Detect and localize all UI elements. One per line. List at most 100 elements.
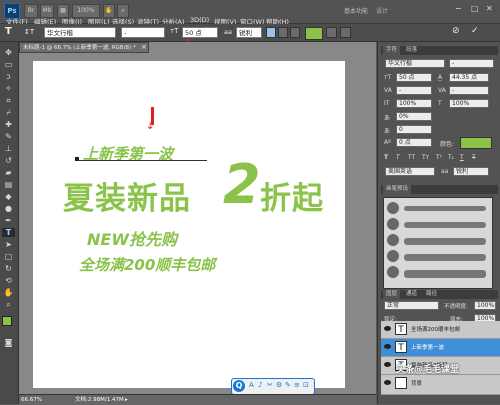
healing-tool-icon[interactable]: ✚: [2, 120, 15, 129]
float-screen-icon[interactable]: ⊡: [303, 381, 309, 389]
small-caps-button[interactable]: Tт: [422, 154, 429, 161]
path-select-tool-icon[interactable]: ➤: [2, 240, 15, 249]
char-language[interactable]: 美国英语: [385, 167, 435, 176]
brush-tip-icon[interactable]: [387, 234, 399, 246]
layer-row-selected[interactable]: T 上新季第一波: [381, 339, 500, 357]
all-caps-button[interactable]: TT: [408, 154, 415, 161]
align-center-button[interactable]: [278, 27, 288, 38]
floating-toolbar-logo[interactable]: Q: [233, 380, 245, 392]
char-color-swatch[interactable]: [460, 137, 492, 149]
underline-button[interactable]: T: [460, 154, 464, 161]
close-tab-icon[interactable]: ×: [141, 43, 147, 51]
lasso-tool-icon[interactable]: ↄ: [2, 72, 15, 81]
char-tracking-mode[interactable]: -: [396, 86, 432, 95]
antialias-select[interactable]: 锐利: [236, 27, 262, 38]
document-tab[interactable]: 未标题-1 @ 66.7% (上新季第一波, RGB/8) *: [19, 42, 149, 53]
canvas-text-line3[interactable]: NEW抢先购: [87, 226, 177, 250]
pen-tool-icon[interactable]: ✒: [2, 216, 15, 225]
blend-mode-select[interactable]: 正常: [384, 301, 439, 310]
marquee-tool-icon[interactable]: ▭: [2, 60, 15, 69]
tab-paragraph[interactable]: 段落: [403, 46, 420, 55]
workspace-basic[interactable]: 基本功能: [344, 6, 368, 15]
opacity-field[interactable]: 100%: [474, 301, 496, 310]
align-right-button[interactable]: [290, 27, 300, 38]
cancel-edit-icon[interactable]: ⊘: [452, 26, 460, 36]
float-cut-icon[interactable]: ✂: [267, 381, 273, 389]
quick-mask-icon[interactable]: ◙: [2, 338, 15, 347]
workspace-design[interactable]: 设计: [376, 6, 388, 15]
brush-tip-icon[interactable]: [387, 250, 399, 262]
brush-preset-list[interactable]: [383, 197, 493, 289]
float-menu-icon[interactable]: ≡: [294, 381, 300, 389]
char-panel-toggle[interactable]: [340, 27, 351, 38]
font-size-field[interactable]: 50 点: [182, 27, 218, 38]
maximize-button[interactable]: □: [471, 4, 479, 13]
3d-rotate-tool-icon[interactable]: ↻: [2, 264, 15, 273]
type-tool-preset[interactable]: T: [5, 26, 12, 37]
float-settings-icon[interactable]: ⚙: [276, 381, 282, 389]
tab-paths[interactable]: 路径: [423, 290, 440, 299]
brush-tip-icon[interactable]: [387, 218, 399, 230]
char-kerning[interactable]: 0: [396, 125, 432, 134]
canvas-text-line2c[interactable]: 折起: [260, 173, 324, 218]
visibility-eye-icon[interactable]: [384, 380, 391, 385]
blur-tool-icon[interactable]: ◆: [2, 192, 15, 201]
dodge-tool-icon[interactable]: ●: [2, 204, 15, 213]
faux-italic-button[interactable]: T: [396, 154, 400, 161]
canvas[interactable]: ↓ 上新季第一波 夏装新品 2 折起 NEW抢先购 全场满200顺丰包邮: [33, 61, 345, 388]
char-font-family[interactable]: 华文行楷: [385, 59, 445, 68]
layer-row-background[interactable]: 背景: [381, 375, 500, 395]
commit-edit-icon[interactable]: ✓: [471, 26, 479, 36]
hand-tool-icon[interactable]: ✋: [2, 288, 15, 297]
brush-tip-icon[interactable]: [387, 266, 399, 278]
canvas-text-line4[interactable]: 全场满200顺丰包邮: [79, 254, 215, 275]
layer-name[interactable]: 背景: [411, 379, 422, 387]
eyedropper-tool-icon[interactable]: ⌿: [2, 108, 15, 117]
text-color-swatch[interactable]: [305, 27, 323, 40]
history-brush-tool-icon[interactable]: ↺: [2, 156, 15, 165]
font-family-select[interactable]: 华文行楷: [44, 27, 116, 38]
layer-name[interactable]: 上新季第一波: [411, 343, 444, 351]
superscript-button[interactable]: T¹: [436, 154, 442, 161]
visibility-eye-icon[interactable]: [384, 344, 391, 349]
align-left-button[interactable]: [266, 27, 276, 38]
faux-bold-button[interactable]: T: [384, 154, 388, 161]
move-tool-icon[interactable]: ✥: [2, 48, 15, 57]
3d-orbit-tool-icon[interactable]: ⟲: [2, 276, 15, 285]
layer-row[interactable]: T 全场满200顺丰包邮: [381, 321, 500, 339]
gradient-tool-icon[interactable]: ▤: [2, 180, 15, 189]
char-font-style[interactable]: -: [449, 59, 494, 68]
float-audio-icon[interactable]: ♪: [258, 381, 262, 389]
brush-tool-icon[interactable]: ✎: [2, 132, 15, 141]
tab-character[interactable]: 字符: [383, 46, 401, 55]
zoom-tool-icon[interactable]: ⌕: [2, 300, 15, 309]
text-anchor-handle[interactable]: [75, 157, 79, 161]
minimize-button[interactable]: −: [455, 4, 462, 13]
foreground-color-swatch[interactable]: [2, 316, 12, 326]
char-vscale[interactable]: 100%: [396, 99, 432, 108]
warp-text-button[interactable]: [326, 27, 337, 38]
text-orientation-toggle[interactable]: ↕T: [24, 28, 34, 36]
visibility-eye-icon[interactable]: [384, 362, 391, 367]
subscript-button[interactable]: T₁: [448, 154, 454, 161]
char-tsume[interactable]: 0%: [396, 112, 432, 121]
font-style-select[interactable]: -: [121, 27, 165, 38]
eraser-tool-icon[interactable]: ▰: [2, 168, 15, 177]
char-leading[interactable]: 44.35 点: [449, 73, 489, 82]
tab-channels[interactable]: 通道: [403, 290, 420, 299]
canvas-text-line2a[interactable]: 夏装新品: [63, 173, 191, 218]
char-font-size[interactable]: 50 点: [396, 73, 432, 82]
menu-3d[interactable]: 3D(D): [190, 16, 209, 24]
close-window-button[interactable]: ✕: [486, 4, 493, 13]
canvas-text-line2b[interactable]: 2: [223, 153, 261, 216]
char-baseline-shift[interactable]: 0 点: [396, 138, 432, 147]
type-tool-icon[interactable]: T: [2, 228, 15, 237]
crop-tool-icon[interactable]: ⌗: [2, 96, 15, 105]
tab-layers[interactable]: 图层: [383, 290, 401, 299]
brush-tip-icon[interactable]: [387, 202, 399, 214]
stamp-tool-icon[interactable]: ⊥: [2, 144, 15, 153]
visibility-eye-icon[interactable]: [384, 326, 391, 331]
shape-tool-icon[interactable]: ▢: [2, 252, 15, 261]
char-aa-mode[interactable]: 锐利: [453, 167, 489, 176]
tab-brush-presets[interactable]: 画笔预设: [383, 185, 412, 194]
